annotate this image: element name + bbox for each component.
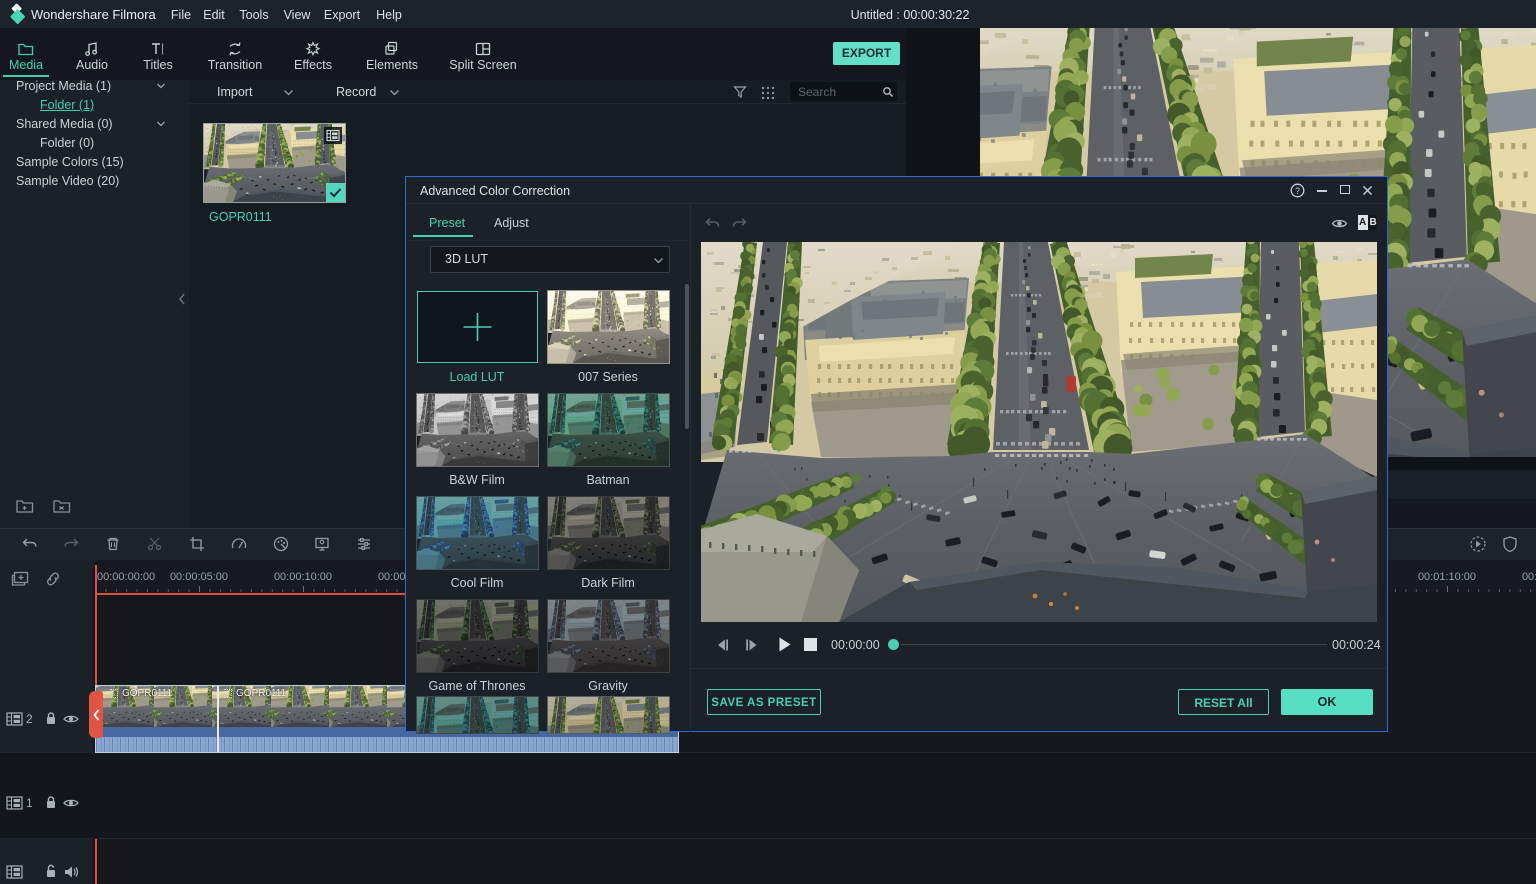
svg-text:?: ? [1295, 186, 1300, 196]
